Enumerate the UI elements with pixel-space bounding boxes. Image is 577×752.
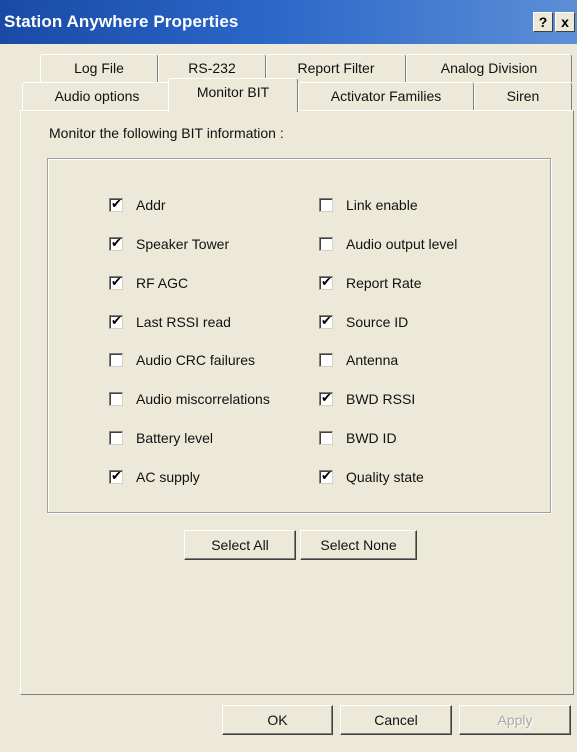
select-all-button[interactable]: Select All (184, 530, 296, 560)
tab-activator-families[interactable]: Activator Families (298, 82, 474, 110)
checkbox-box[interactable]: ✔ (109, 468, 123, 484)
check-icon: ✔ (111, 274, 122, 289)
tab-label: Activator Families (330, 88, 442, 104)
close-button[interactable]: x (555, 12, 575, 32)
check-icon: ✔ (321, 274, 332, 289)
monitor-bit-page: Monitor the following BIT information : … (20, 110, 574, 695)
checkbox-label: Audio output level (346, 236, 458, 252)
checkbox-box[interactable]: ✔ (319, 468, 333, 484)
checkbox-label: Quality state (346, 469, 424, 485)
checkbox-label: Speaker Tower (136, 236, 230, 252)
checkbox-label: Link enable (346, 197, 418, 213)
checkbox-label: Audio CRC failures (136, 352, 256, 368)
checkbox-box[interactable]: ✔ (109, 196, 123, 212)
tab-label: Audio options (54, 88, 140, 104)
tab-analog-division[interactable]: Analog Division (406, 54, 572, 82)
tab-label: Siren (506, 88, 540, 104)
tab-label: Log File (74, 60, 124, 76)
tab-label: Monitor BIT (196, 84, 270, 100)
close-icon: x (561, 14, 569, 30)
checkbox-box[interactable] (319, 237, 333, 251)
button-label: Cancel (374, 712, 418, 728)
tab-label: Analog Division (440, 60, 538, 76)
tab-label: Report Filter (297, 60, 375, 76)
check-icon: ✔ (111, 235, 122, 250)
tab-monitor-bit[interactable]: Monitor BIT (168, 78, 298, 112)
help-icon: ? (538, 14, 548, 30)
check-icon: ✔ (321, 390, 332, 405)
cancel-button[interactable]: Cancel (340, 705, 452, 735)
tab-label: RS-232 (188, 60, 236, 76)
checkbox-label: BWD RSSI (346, 391, 416, 407)
checkbox-box[interactable]: ✔ (109, 313, 123, 329)
ok-button[interactable]: OK (222, 705, 333, 735)
apply-button[interactable]: Apply (459, 705, 571, 735)
checkbox-label: Battery level (136, 430, 214, 446)
checkbox-label: Audio miscorrelations (136, 391, 270, 407)
checkbox-box[interactable]: ✔ (109, 235, 123, 251)
checkbox-label: RF AGC (136, 275, 189, 291)
checkbox-box[interactable]: ✔ (319, 313, 333, 329)
tab-siren[interactable]: Siren (474, 82, 572, 110)
tab-log-file[interactable]: Log File (40, 54, 158, 82)
check-icon: ✔ (111, 313, 122, 328)
tab-audio-options[interactable]: Audio options (22, 82, 172, 110)
checkbox-box[interactable]: ✔ (319, 390, 333, 406)
bit-options-group: ✔ Addr ✔ Speaker Tower ✔ RF AGC ✔ Last R… (47, 158, 551, 513)
instruction-text: Monitor the following BIT information : (49, 125, 284, 141)
checkbox-box[interactable] (319, 431, 333, 445)
checkbox-label: Addr (136, 197, 166, 213)
button-label: Apply (497, 712, 533, 728)
checkbox-box[interactable]: ✔ (319, 274, 333, 290)
checkbox-box[interactable] (319, 198, 333, 212)
window-title: Station Anywhere Properties (4, 12, 239, 31)
check-icon: ✔ (321, 468, 332, 483)
checkbox-label: AC supply (136, 469, 200, 485)
check-icon: ✔ (111, 196, 122, 211)
checkbox-label: Source ID (346, 314, 409, 330)
button-label: OK (267, 712, 288, 728)
select-none-button[interactable]: Select None (300, 530, 417, 560)
title-bar[interactable]: Station Anywhere Properties ? x (0, 0, 577, 44)
button-label: Select All (211, 537, 269, 553)
check-icon: ✔ (111, 468, 122, 483)
checkbox-box[interactable] (109, 353, 123, 367)
checkbox-box[interactable]: ✔ (109, 274, 123, 290)
button-label: Select None (320, 537, 397, 553)
checkbox-box[interactable] (109, 431, 123, 445)
checkbox-label: Report Rate (346, 275, 422, 291)
checkbox-label: Antenna (346, 352, 399, 368)
help-button[interactable]: ? (533, 12, 553, 32)
checkbox-box[interactable] (319, 353, 333, 367)
checkbox-box[interactable] (109, 392, 123, 406)
checkbox-label: Last RSSI read (136, 314, 231, 330)
properties-dialog: Station Anywhere Properties ? x Log File… (0, 0, 577, 752)
checkbox-label: BWD ID (346, 430, 397, 446)
check-icon: ✔ (321, 313, 332, 328)
